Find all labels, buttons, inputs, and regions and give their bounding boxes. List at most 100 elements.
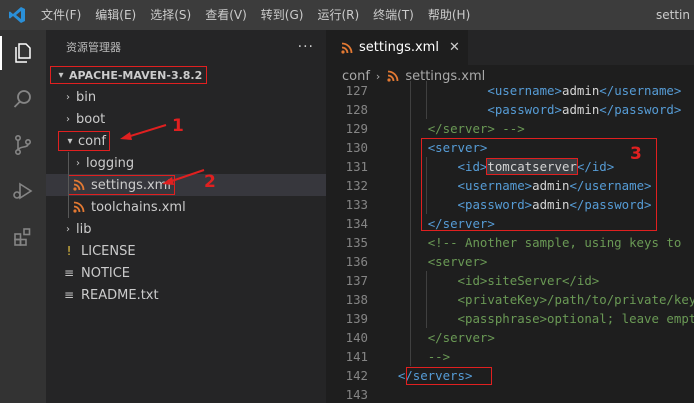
- indent-guide: [410, 328, 411, 347]
- code-token: >: [673, 83, 682, 98]
- indent-guide: [410, 195, 411, 214]
- code-line: 136 <server>: [326, 252, 694, 271]
- indent-guide: [410, 157, 411, 176]
- search-icon[interactable]: [0, 76, 46, 122]
- code-token: username: [614, 83, 674, 98]
- code-line: 141 -->: [326, 347, 694, 366]
- source-control-icon[interactable]: [0, 122, 46, 168]
- line-number: 127: [345, 83, 368, 98]
- indent-guide: [410, 214, 411, 233]
- code-token: <privateKey>/path/to/private/key<: [457, 292, 694, 307]
- indent-guide: [410, 119, 411, 138]
- menu-selection[interactable]: 选择(S): [143, 0, 198, 30]
- xml-file-icon: [341, 42, 353, 54]
- line-number: 137: [345, 273, 368, 288]
- extensions-icon[interactable]: [0, 214, 46, 260]
- line-number: 143: [345, 387, 368, 402]
- menu-view[interactable]: 查看(V): [198, 0, 254, 30]
- code-token: admin: [561, 83, 600, 98]
- code-token: password: [494, 102, 555, 117]
- indent-guide: [426, 81, 427, 100]
- annotation-arrows: [120, 124, 205, 185]
- line-number: 136: [345, 254, 368, 269]
- code-token: <!-- Another sample, using keys to: [427, 235, 682, 250]
- line-number: 135: [345, 235, 368, 250]
- line-number: 139: [345, 311, 368, 326]
- line-number: 131: [345, 159, 368, 174]
- indent-guide: [410, 347, 411, 366]
- indent-guide: [426, 100, 427, 119]
- code-token: <: [487, 83, 495, 98]
- line-number: 138: [345, 292, 368, 307]
- annotation-box-servers: [406, 367, 492, 385]
- window-title: settin: [656, 8, 690, 22]
- tab-bar: settings.xml ✕: [326, 30, 694, 65]
- code-line: 140 </server>: [326, 328, 694, 347]
- code-line: 127 <username>admin</username>: [326, 81, 694, 100]
- run-debug-icon[interactable]: [0, 168, 46, 214]
- code-line: 129 </server> -->: [326, 119, 694, 138]
- code-token: password: [614, 102, 674, 117]
- code-view[interactable]: 127 <username>admin</username> 128 <passw…: [326, 81, 694, 403]
- indent-guide: [410, 309, 411, 328]
- explorer-icon[interactable]: [0, 30, 46, 76]
- code-token: </server>: [427, 330, 495, 345]
- indent-guide: [426, 290, 427, 309]
- code-token: >: [554, 102, 562, 117]
- code-token: </: [599, 83, 615, 98]
- line-number: 140: [345, 330, 368, 345]
- menu-go[interactable]: 转到(G): [254, 0, 311, 30]
- indent-guide: [410, 100, 411, 119]
- code-line: 139 <passphrase>optional; leave empty: [326, 309, 694, 328]
- code-line: 142 </servers>: [326, 366, 694, 385]
- menu-terminal[interactable]: 终端(T): [366, 0, 421, 30]
- editor-area: settings.xml ✕ conf › settings.xml 127 <…: [326, 30, 694, 403]
- explorer-sidebar: 资源管理器 ··· ▾ APACHE-MAVEN-3.8.2 › bin › b…: [46, 30, 326, 403]
- indent-guide: [410, 81, 411, 100]
- menu-help[interactable]: 帮助(H): [421, 0, 477, 30]
- tab-label: settings.xml: [359, 40, 439, 55]
- tab-settings-xml[interactable]: settings.xml ✕: [326, 30, 468, 65]
- code-token: admin: [561, 102, 600, 117]
- line-number: 130: [345, 140, 368, 155]
- annotation-label-3: 3: [630, 144, 642, 164]
- code-token: <: [487, 102, 495, 117]
- line-number: 128: [345, 102, 368, 117]
- code-token: </server> -->: [427, 121, 525, 136]
- indent-guide: [410, 271, 411, 290]
- menu-edit[interactable]: 编辑(E): [88, 0, 143, 30]
- annotation-box-3: [421, 138, 657, 231]
- indent-guide: [426, 271, 427, 290]
- code-token: </: [599, 102, 615, 117]
- arrowhead-1-icon: [120, 132, 132, 140]
- code-token: <server>: [427, 254, 488, 269]
- menu-run[interactable]: 运行(R): [310, 0, 366, 30]
- code-token: <id>siteServer</id>: [457, 273, 600, 288]
- indent-guide: [426, 309, 427, 328]
- line-number: 129: [345, 121, 368, 136]
- arrowhead-2-icon: [162, 177, 174, 185]
- code-line: 143: [326, 385, 694, 403]
- close-icon[interactable]: ✕: [449, 40, 460, 55]
- code-line: 137 <id>siteServer</id>: [326, 271, 694, 290]
- indent-guide: [410, 176, 411, 195]
- line-number: 141: [345, 349, 368, 364]
- line-number: 134: [345, 216, 368, 231]
- vscode-logo-icon: [0, 0, 34, 30]
- indent-guide: [410, 233, 411, 252]
- menu-file[interactable]: 文件(F): [34, 0, 88, 30]
- code-line: 135 <!-- Another sample, using keys to: [326, 233, 694, 252]
- line-number: 133: [345, 197, 368, 212]
